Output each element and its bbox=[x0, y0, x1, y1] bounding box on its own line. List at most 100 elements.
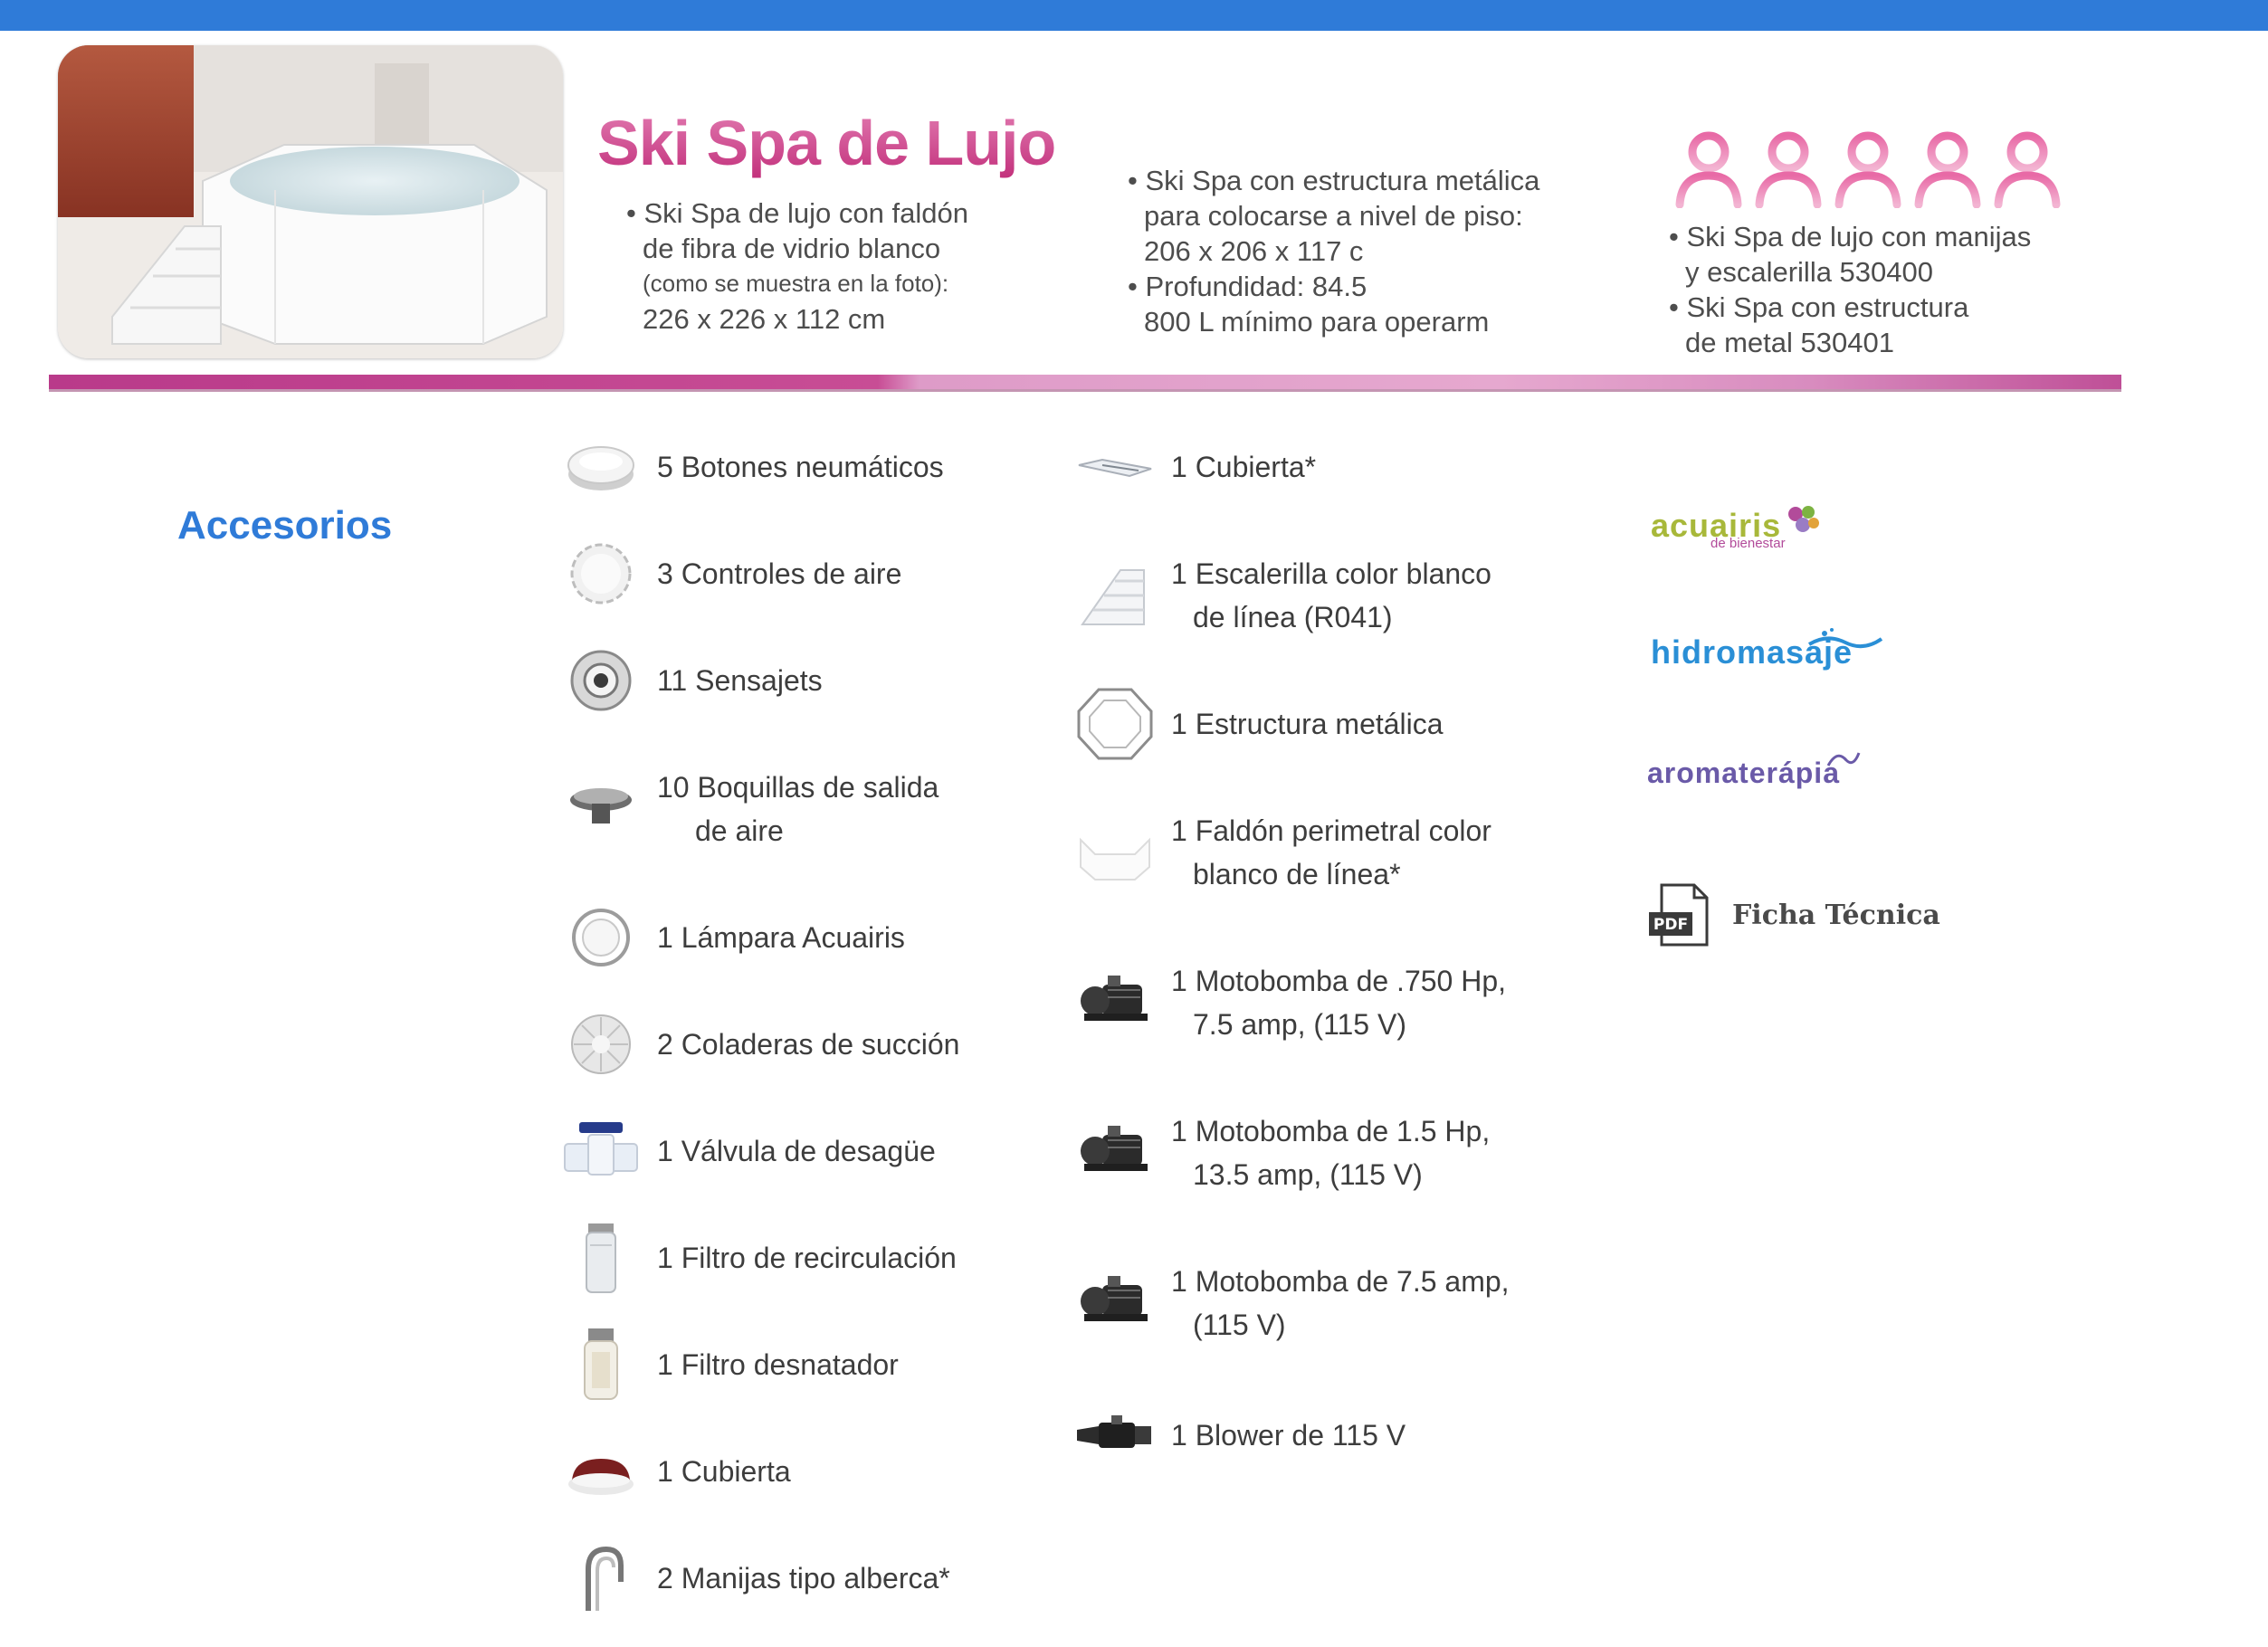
spec-line: • Ski Spa con estructura bbox=[1669, 291, 1969, 323]
accessory-label-line: 1 Lámpara Acuairis bbox=[657, 921, 905, 954]
spec-line: 206 x 206 x 117 c bbox=[1144, 235, 1364, 267]
accessory-label-line: 1 Filtro de recirculación bbox=[657, 1242, 957, 1274]
person-icon bbox=[1832, 129, 1904, 209]
aromaterapia-wordmark: aromaterápia bbox=[1647, 757, 1840, 789]
accessory-label-line: de aire bbox=[695, 814, 784, 847]
spec-line: y escalerilla 530400 bbox=[1685, 256, 1934, 288]
accessory-label: 10 Boquillas de salida de aire bbox=[657, 766, 939, 852]
acuairis-tagline: de bienestar bbox=[1711, 536, 1786, 551]
accessory-label: 2 Coladeras de succión bbox=[657, 1023, 959, 1066]
accessory-label: 5 Botones neumáticos bbox=[657, 445, 944, 489]
accessory-label: 1 Motobomba de .750 Hp, 7.5 amp, (115 V) bbox=[1171, 959, 1506, 1046]
aroma-swirl-icon bbox=[1826, 752, 1861, 766]
accessories-title: Accesorios bbox=[177, 503, 393, 547]
jet-icon bbox=[561, 641, 641, 720]
blower-icon bbox=[1075, 1395, 1155, 1475]
datasheet-pdf-link[interactable]: PDF Ficha Técnica bbox=[1647, 883, 1940, 947]
stairs-icon bbox=[1075, 552, 1155, 632]
person-icon bbox=[1991, 129, 2063, 209]
skirt-icon bbox=[1075, 809, 1155, 889]
acuairis-logo[interactable]: acuairis de bienestar bbox=[1651, 506, 1821, 551]
spec-block-dimensions: • Ski Spa de lujo con faldón de fibra de… bbox=[626, 195, 968, 337]
pump-icon bbox=[1075, 959, 1155, 1039]
spec-line: 800 L mínimo para operarm bbox=[1144, 306, 1490, 338]
accessory-label-line: 1 Estructura metálica bbox=[1171, 708, 1444, 740]
cover-sheet-icon bbox=[1075, 427, 1155, 507]
filter-icon bbox=[561, 1218, 641, 1298]
person-icon bbox=[1911, 129, 1984, 209]
nozzle-icon bbox=[561, 766, 641, 845]
spec-line: • Ski Spa de lujo con manijas bbox=[1669, 221, 2032, 252]
spec-line: • Profundidad: 84.5 bbox=[1128, 271, 1367, 302]
header-divider bbox=[49, 375, 2121, 392]
accessory-label-line: 5 Botones neumáticos bbox=[657, 451, 944, 483]
accessory-label-line: 2 Manijas tipo alberca* bbox=[657, 1562, 950, 1595]
water-splash-icon bbox=[1807, 628, 1883, 649]
product-photo bbox=[58, 45, 563, 358]
lamp-icon bbox=[561, 898, 641, 977]
spec-block-metal-structure: • Ski Spa con estructura metálica para c… bbox=[1128, 163, 1539, 339]
accessory-label: 1 Estructura metálica bbox=[1171, 702, 1444, 746]
accessory-label-line: 1 Cubierta* bbox=[1171, 451, 1317, 483]
accessory-label-line: blanco de línea* bbox=[1193, 858, 1401, 890]
button-icon bbox=[561, 427, 641, 507]
accessory-label-line: 13.5 amp, (115 V) bbox=[1193, 1158, 1423, 1191]
accessory-label: 1 Válvula de desagüe bbox=[657, 1129, 936, 1173]
accessory-label: 1 Filtro desnatador bbox=[657, 1343, 899, 1386]
accessory-label-line: 11 Sensajets bbox=[657, 664, 823, 697]
cover-icon bbox=[561, 1432, 641, 1511]
skimmer-icon bbox=[561, 1325, 641, 1404]
accessory-label: 1 Faldón perimetral color blanco de línea… bbox=[1171, 809, 1491, 896]
accessory-label-line: 10 Boquillas de salida bbox=[657, 771, 939, 804]
spec-block-models: • Ski Spa de lujo con manijas y escaleri… bbox=[1669, 219, 2031, 360]
top-bar bbox=[0, 0, 2268, 31]
spec-line: • Ski Spa de lujo con faldón bbox=[626, 197, 968, 229]
accessory-label: 1 Escalerilla color blanco de línea (R041… bbox=[1171, 552, 1491, 639]
accessory-label: 11 Sensajets bbox=[657, 659, 823, 702]
handle-icon bbox=[561, 1538, 641, 1618]
datasheet-label: Ficha Técnica bbox=[1732, 899, 1940, 931]
accessory-label-line: 1 Motobomba de .750 Hp, bbox=[1171, 965, 1507, 997]
accessory-label-line: 1 Cubierta bbox=[657, 1455, 791, 1488]
pdf-file-icon: PDF bbox=[1649, 883, 1709, 947]
valve-icon bbox=[561, 1111, 641, 1191]
accessory-label-line: 1 Faldón perimetral color bbox=[1171, 814, 1491, 847]
accessory-label-line: 7.5 amp, (115 V) bbox=[1193, 1008, 1406, 1041]
hidromasaje-logo[interactable]: hidromasaje bbox=[1651, 628, 1883, 671]
frame-icon bbox=[1075, 684, 1155, 764]
accessory-label-line: 2 Coladeras de succión bbox=[657, 1028, 960, 1061]
person-icon bbox=[1672, 129, 1745, 209]
air-control-icon bbox=[561, 534, 641, 614]
accessory-label-line: 3 Controles de aire bbox=[657, 557, 902, 590]
pump-icon bbox=[1075, 1109, 1155, 1189]
accessory-label-line: 1 Blower de 115 V bbox=[1171, 1419, 1406, 1452]
accessory-label: 1 Filtro de recirculación bbox=[657, 1236, 957, 1280]
accessory-label: 1 Motobomba de 1.5 Hp, 13.5 amp, (115 V) bbox=[1171, 1109, 1490, 1196]
spec-line: • Ski Spa con estructura metálica bbox=[1128, 165, 1540, 196]
pump-icon bbox=[1075, 1260, 1155, 1339]
spec-line: de metal 530401 bbox=[1685, 327, 1894, 358]
spec-line: de fibra de vidrio blanco bbox=[643, 233, 941, 264]
accessory-label-line: 1 Válvula de desagüe bbox=[657, 1135, 936, 1167]
spec-line: para colocarse a nivel de piso: bbox=[1144, 200, 1523, 232]
accessory-label: 1 Lámpara Acuairis bbox=[657, 916, 905, 959]
product-title: Ski Spa de Lujo bbox=[597, 108, 1056, 178]
capacity-people-icons bbox=[1672, 129, 2061, 209]
accessory-label-line: 1 Filtro desnatador bbox=[657, 1348, 899, 1381]
accessory-label-line: 1 Escalerilla color blanco bbox=[1171, 557, 1491, 590]
spec-line: (como se muestra en la foto): bbox=[643, 270, 949, 297]
accessory-label-line: de línea (R041) bbox=[1193, 601, 1393, 633]
accessory-label: 1 Cubierta bbox=[657, 1450, 791, 1493]
person-icon bbox=[1752, 129, 1825, 209]
accessory-label-line: (115 V) bbox=[1193, 1309, 1286, 1341]
pdf-badge-text: PDF bbox=[1653, 916, 1688, 934]
strainer-icon bbox=[561, 1004, 641, 1084]
accessory-label-line: 1 Motobomba de 7.5 amp, bbox=[1171, 1265, 1510, 1298]
accessory-label-line: 1 Motobomba de 1.5 Hp, bbox=[1171, 1115, 1491, 1147]
accessory-label: 2 Manijas tipo alberca* bbox=[657, 1557, 950, 1600]
aromaterapia-logo[interactable]: aromaterápia bbox=[1647, 752, 1861, 790]
spec-line: 226 x 226 x 112 cm bbox=[643, 303, 886, 335]
acuairis-dots-icon bbox=[1788, 506, 1820, 532]
accessory-label: 1 Blower de 115 V bbox=[1171, 1414, 1406, 1457]
accessory-label: 1 Motobomba de 7.5 amp, (115 V) bbox=[1171, 1260, 1510, 1347]
